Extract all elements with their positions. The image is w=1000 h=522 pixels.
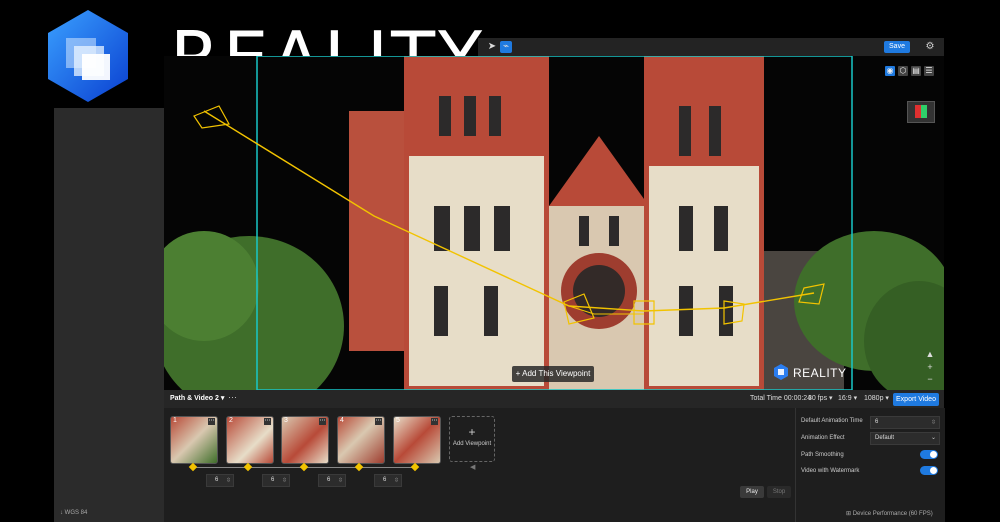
path-smoothing-toggle[interactable] — [920, 450, 938, 459]
watermark-logo-icon — [774, 364, 788, 380]
thumbnail-number: 1 — [173, 417, 177, 424]
layers-icon[interactable]: ▤ — [911, 66, 921, 76]
cathedral-scene — [164, 56, 944, 390]
view-mode-icon[interactable]: ◉ — [885, 66, 895, 76]
duration-stepper[interactable]: 6 ⇳ — [318, 474, 346, 487]
path-smoothing-label: Path Smoothing — [801, 452, 844, 458]
color-swatch[interactable] — [907, 101, 935, 123]
add-this-viewpoint-button[interactable]: + Add This Viewpoint — [512, 366, 594, 382]
viewpoint-thumbnail[interactable]: 2 ⋯ — [226, 416, 274, 464]
cube-icon[interactable]: ⬡ — [898, 66, 908, 76]
thumbnail-menu-icon[interactable]: ⋯ — [431, 418, 438, 425]
reality-logo-icon — [48, 10, 128, 102]
compass-icon[interactable]: ▲ — [925, 349, 935, 359]
zoom-in-icon[interactable]: + — [925, 362, 935, 372]
duration-stepper[interactable]: 6 ⇳ — [206, 474, 234, 487]
thumbnail-menu-icon[interactable]: ⋯ — [208, 418, 215, 425]
cursor-icon[interactable]: ➤ — [486, 41, 498, 53]
animation-effect-select[interactable]: Default ⌄ — [870, 432, 940, 445]
duration-stepper[interactable]: 6 ⇳ — [262, 474, 290, 487]
viewpoint-thumbnail[interactable]: 3 ⋯ — [281, 416, 329, 464]
more-options-icon[interactable]: ··· — [228, 392, 237, 402]
default-time-input[interactable]: 6 ⇳ — [870, 416, 940, 429]
play-button[interactable]: Play — [740, 486, 764, 498]
watermark-toggle[interactable] — [920, 466, 938, 475]
top-toolbar — [478, 38, 944, 56]
viewpoint-thumbnail[interactable]: 4 ⋯ — [337, 416, 385, 464]
path-icon[interactable]: ⌁ — [500, 41, 512, 53]
animation-effect-label: Animation Effect — [801, 435, 845, 441]
thumbnail-number: 3 — [284, 417, 288, 424]
fps-dropdown[interactable]: 30 fps ▾ — [808, 394, 833, 402]
viewpoint-thumbnail[interactable]: 5 ⋯ — [393, 416, 441, 464]
add-viewpoint-label: Add Viewpoint — [452, 441, 492, 447]
thumbnail-number: 4 — [340, 417, 344, 424]
coordinate-system: ↓ WGS 84 — [60, 510, 88, 516]
save-button[interactable]: Save — [884, 41, 910, 53]
ratio-dropdown[interactable]: 16:9 ▾ — [838, 394, 857, 402]
watermark-text: REALITY — [793, 366, 847, 380]
thumbnail-menu-icon[interactable]: ⋯ — [375, 418, 382, 425]
default-time-label: Default Animation Time — [801, 418, 863, 424]
plus-icon: + — [468, 425, 476, 439]
watermark-label: Video with Watermark — [801, 468, 860, 474]
resolution-dropdown[interactable]: 1080p ▾ — [864, 394, 889, 402]
thumbnail-menu-icon[interactable]: ⋯ — [264, 418, 271, 425]
timeline-end-icon: ◀ — [470, 464, 476, 471]
device-performance: ⊞ Device Performance (60 FPS) — [846, 511, 933, 517]
path-video-tab[interactable]: Path & Video 2 ▾ — [170, 394, 224, 402]
gear-icon[interactable]: ⚙ — [924, 41, 936, 53]
export-video-button[interactable]: Export Video — [893, 393, 939, 406]
chevron-down-icon: ⌄ — [930, 435, 936, 441]
settings-list-icon[interactable]: ☰ — [924, 66, 934, 76]
total-time: Total Time 00:00:24 — [750, 395, 812, 402]
viewpoint-thumbnail[interactable]: 1 ⋯ — [170, 416, 218, 464]
3d-viewport[interactable] — [164, 56, 944, 390]
zoom-out-icon[interactable]: − — [925, 374, 935, 384]
duration-stepper[interactable]: 6 ⇳ — [374, 474, 402, 487]
add-viewpoint-button[interactable]: + Add Viewpoint — [449, 416, 495, 462]
thumbnail-number: 5 — [396, 417, 400, 424]
thumbnail-number: 2 — [229, 417, 233, 424]
thumbnail-menu-icon[interactable]: ⋯ — [319, 418, 326, 425]
stop-button[interactable]: Stop — [767, 486, 791, 498]
left-sidebar — [54, 108, 164, 522]
